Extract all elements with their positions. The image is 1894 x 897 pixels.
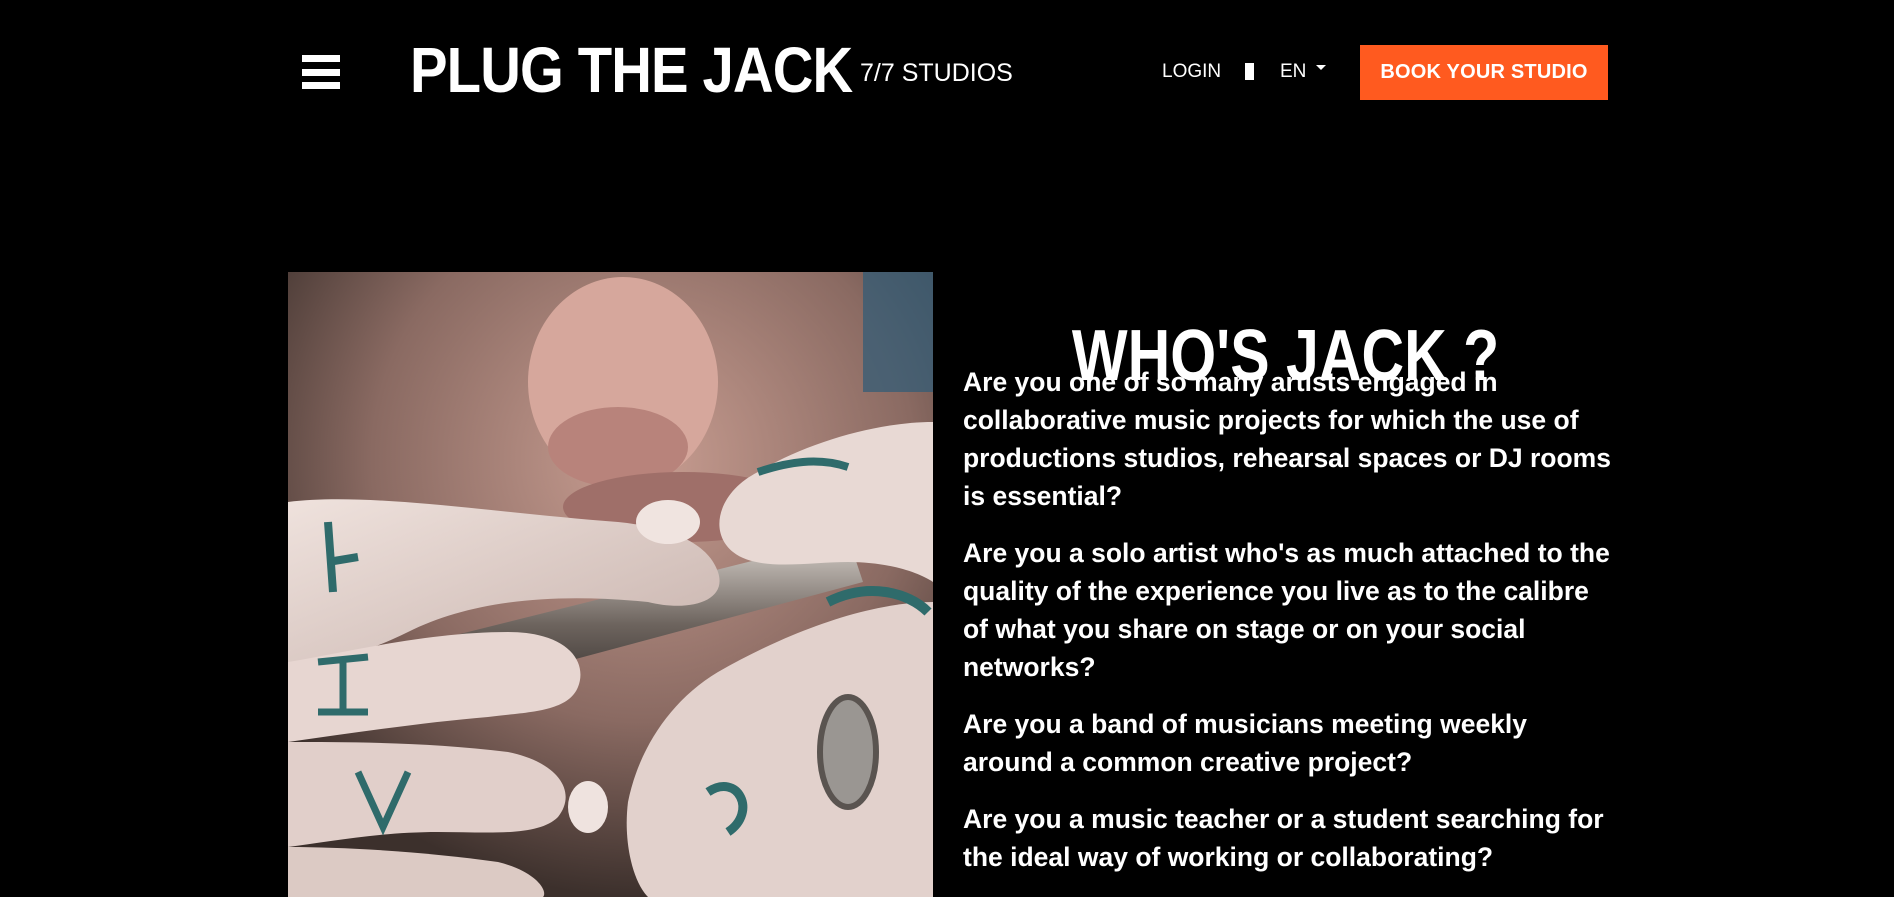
harmonica-player-photo [288,272,933,897]
photo-illustration [288,272,933,897]
chevron-down-icon [1316,65,1327,71]
paragraph: Are you a band of musicians meeting week… [963,709,1528,777]
intro-text: Are you one of so many artists engaged i… [963,363,1613,895]
menu-bar [302,69,340,76]
language-label: EN [1280,61,1307,82]
login-link[interactable]: LOGIN [1162,60,1221,84]
site-logo[interactable]: PLUG THE JACK [410,34,853,106]
book-studio-button[interactable]: BOOK YOUR STUDIO [1360,45,1608,100]
menu-bar [302,82,340,89]
menu-bar [302,55,340,62]
language-selector[interactable]: EN [1280,60,1327,84]
nav-divider [1245,63,1254,80]
hamburger-menu-icon[interactable] [302,55,340,89]
paragraph: Are you a solo artist who's as much atta… [963,538,1610,682]
site-header: PLUG THE JACK 7/7 STUDIOS LOGIN EN BOOK … [0,0,1894,145]
paragraph: Are you one of so many artists engaged i… [963,367,1611,511]
studios-count: 7/7 STUDIOS [860,59,1013,87]
page: PLUG THE JACK 7/7 STUDIOS LOGIN EN BOOK … [0,0,1894,897]
paragraph: Are you a music teacher or a student sea… [963,804,1604,872]
